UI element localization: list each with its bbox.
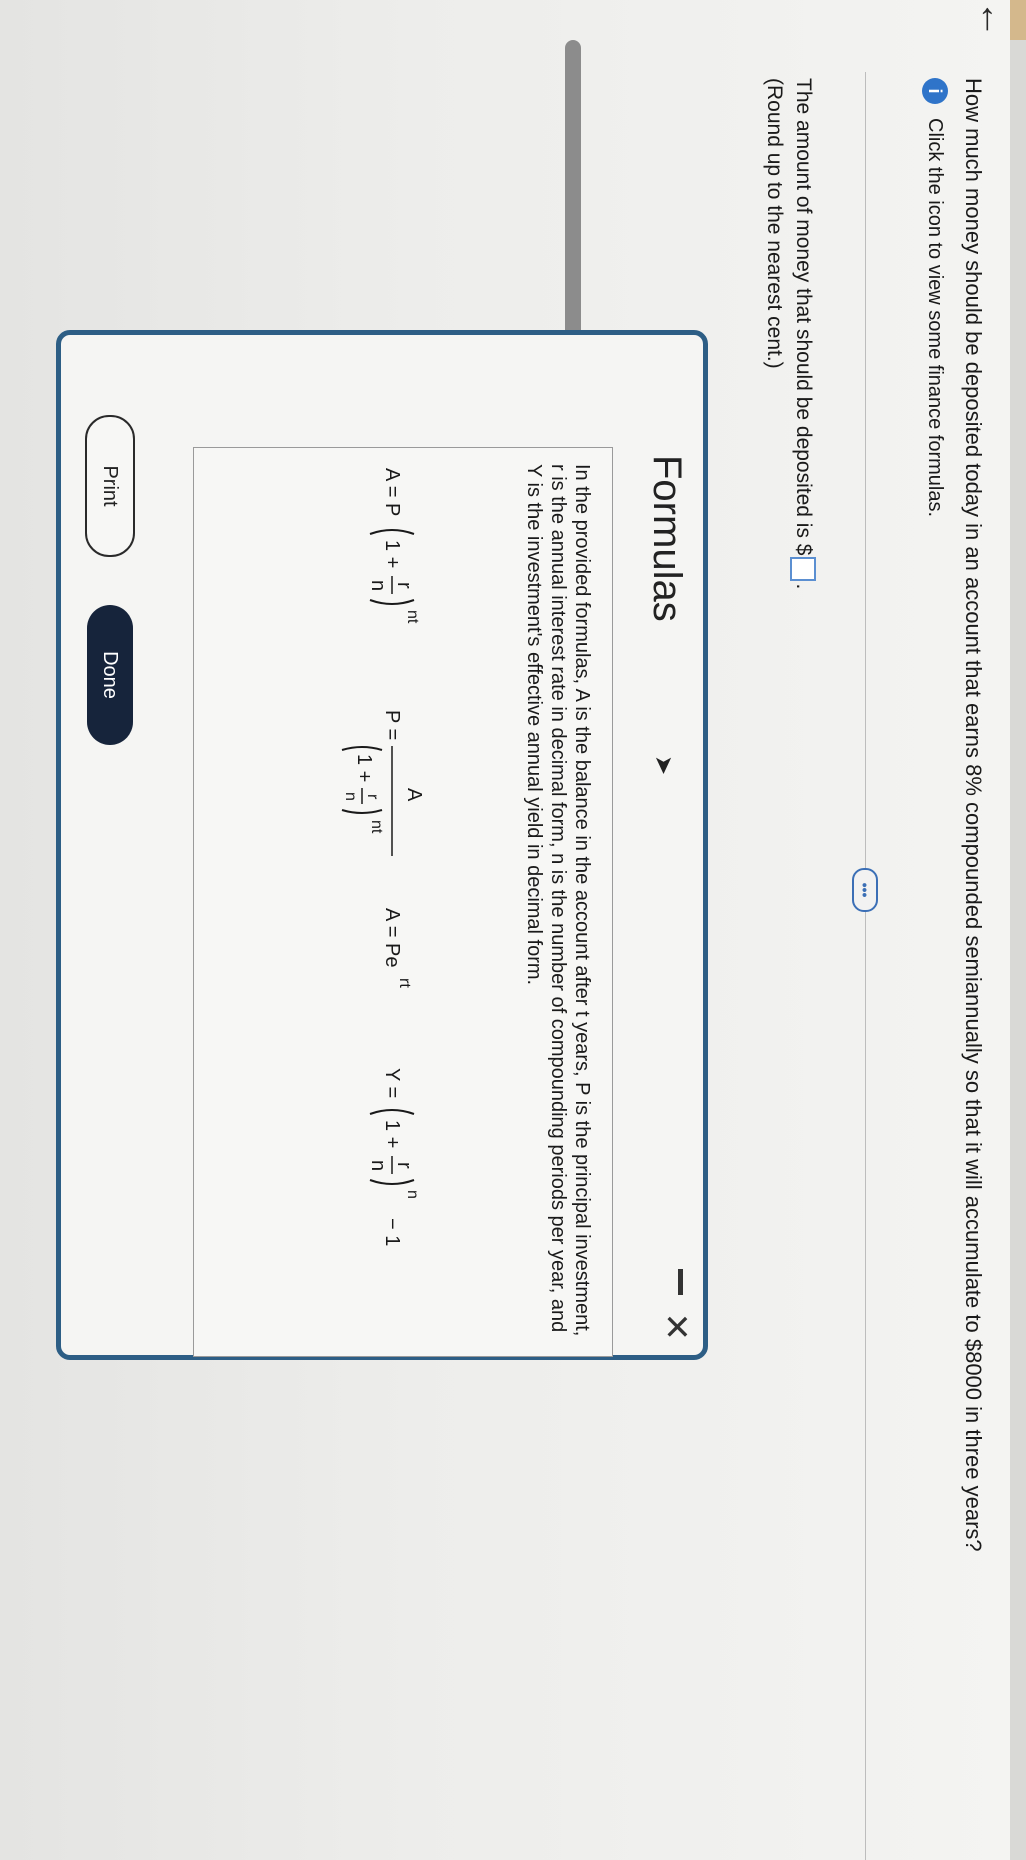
formula-compound-amount: A = P 1 + r n nt bbox=[367, 468, 421, 624]
f4-exp: n bbox=[404, 1190, 421, 1199]
close-icon[interactable]: ✕ bbox=[657, 1313, 695, 1342]
print-button[interactable]: Print bbox=[85, 415, 135, 557]
f4-one: 1 + bbox=[381, 1120, 403, 1148]
f4-den: n bbox=[367, 1160, 389, 1171]
f2-top: A bbox=[403, 788, 425, 802]
info-text: Click the icon to view some finance form… bbox=[924, 118, 947, 518]
info-row: i Click the icon to view some finance fo… bbox=[922, 78, 948, 517]
formula-description: In the provided formulas, A is the balan… bbox=[523, 464, 593, 1337]
f1-one: 1 + bbox=[381, 540, 403, 568]
f4-num: r bbox=[393, 1162, 415, 1169]
answer-row: The amount of money that should be depos… bbox=[790, 78, 816, 589]
f1-den: n bbox=[367, 580, 389, 591]
f2-exp: nt bbox=[368, 820, 385, 834]
formula-panel: In the provided formulas, A is the balan… bbox=[193, 447, 613, 1357]
more-options-button[interactable]: ••• bbox=[852, 868, 878, 912]
f2-one: 1 + bbox=[353, 754, 375, 782]
top-band bbox=[1010, 0, 1026, 1860]
info-icon[interactable]: i bbox=[922, 78, 948, 104]
answer-input[interactable] bbox=[790, 557, 816, 582]
rounding-note: (Round up to the nearest cent.) bbox=[763, 78, 786, 369]
f1-exp: nt bbox=[404, 610, 421, 624]
page: ← How much money should be deposited tod… bbox=[0, 0, 1026, 1860]
formula-effective-yield: Y = 1 + r n n − 1 bbox=[367, 1068, 421, 1246]
f4-tail: − 1 bbox=[381, 1218, 403, 1246]
f1-num: r bbox=[393, 582, 415, 589]
f3-exp: rt bbox=[396, 978, 413, 988]
f2-lhs: P = bbox=[381, 710, 403, 740]
dialog-title: Formulas bbox=[645, 455, 689, 622]
formulas-dialog: Formulas ➤ ✕ - In the provided formulas,… bbox=[56, 330, 708, 1360]
question-text: How much money should be deposited today… bbox=[961, 78, 986, 1552]
back-arrow-icon[interactable]: ← bbox=[972, 0, 1014, 38]
f4-lhs: Y = bbox=[381, 1068, 403, 1098]
f2-den: n bbox=[342, 792, 359, 801]
answer-prompt: The amount of money that should be depos… bbox=[792, 78, 815, 556]
mouse-cursor-icon: ➤ bbox=[650, 755, 677, 776]
f1-lhs: A = P bbox=[381, 468, 403, 516]
formula-continuous: A = Pe rt bbox=[381, 908, 413, 988]
formula-present-value: P = A 1 + r n nt bbox=[341, 710, 425, 856]
f2-num: r bbox=[364, 794, 381, 800]
divider bbox=[865, 72, 866, 1860]
answer-suffix: . bbox=[792, 583, 815, 590]
scrollbar[interactable] bbox=[565, 40, 581, 380]
f3-lhs: A = Pe bbox=[381, 908, 403, 968]
minimize-icon[interactable]: - bbox=[678, 1269, 683, 1295]
done-button[interactable]: Done bbox=[87, 605, 133, 745]
formula-graphics: A = P 1 + r n nt P = A 1 + r n nt A = Pe… bbox=[341, 468, 425, 1246]
